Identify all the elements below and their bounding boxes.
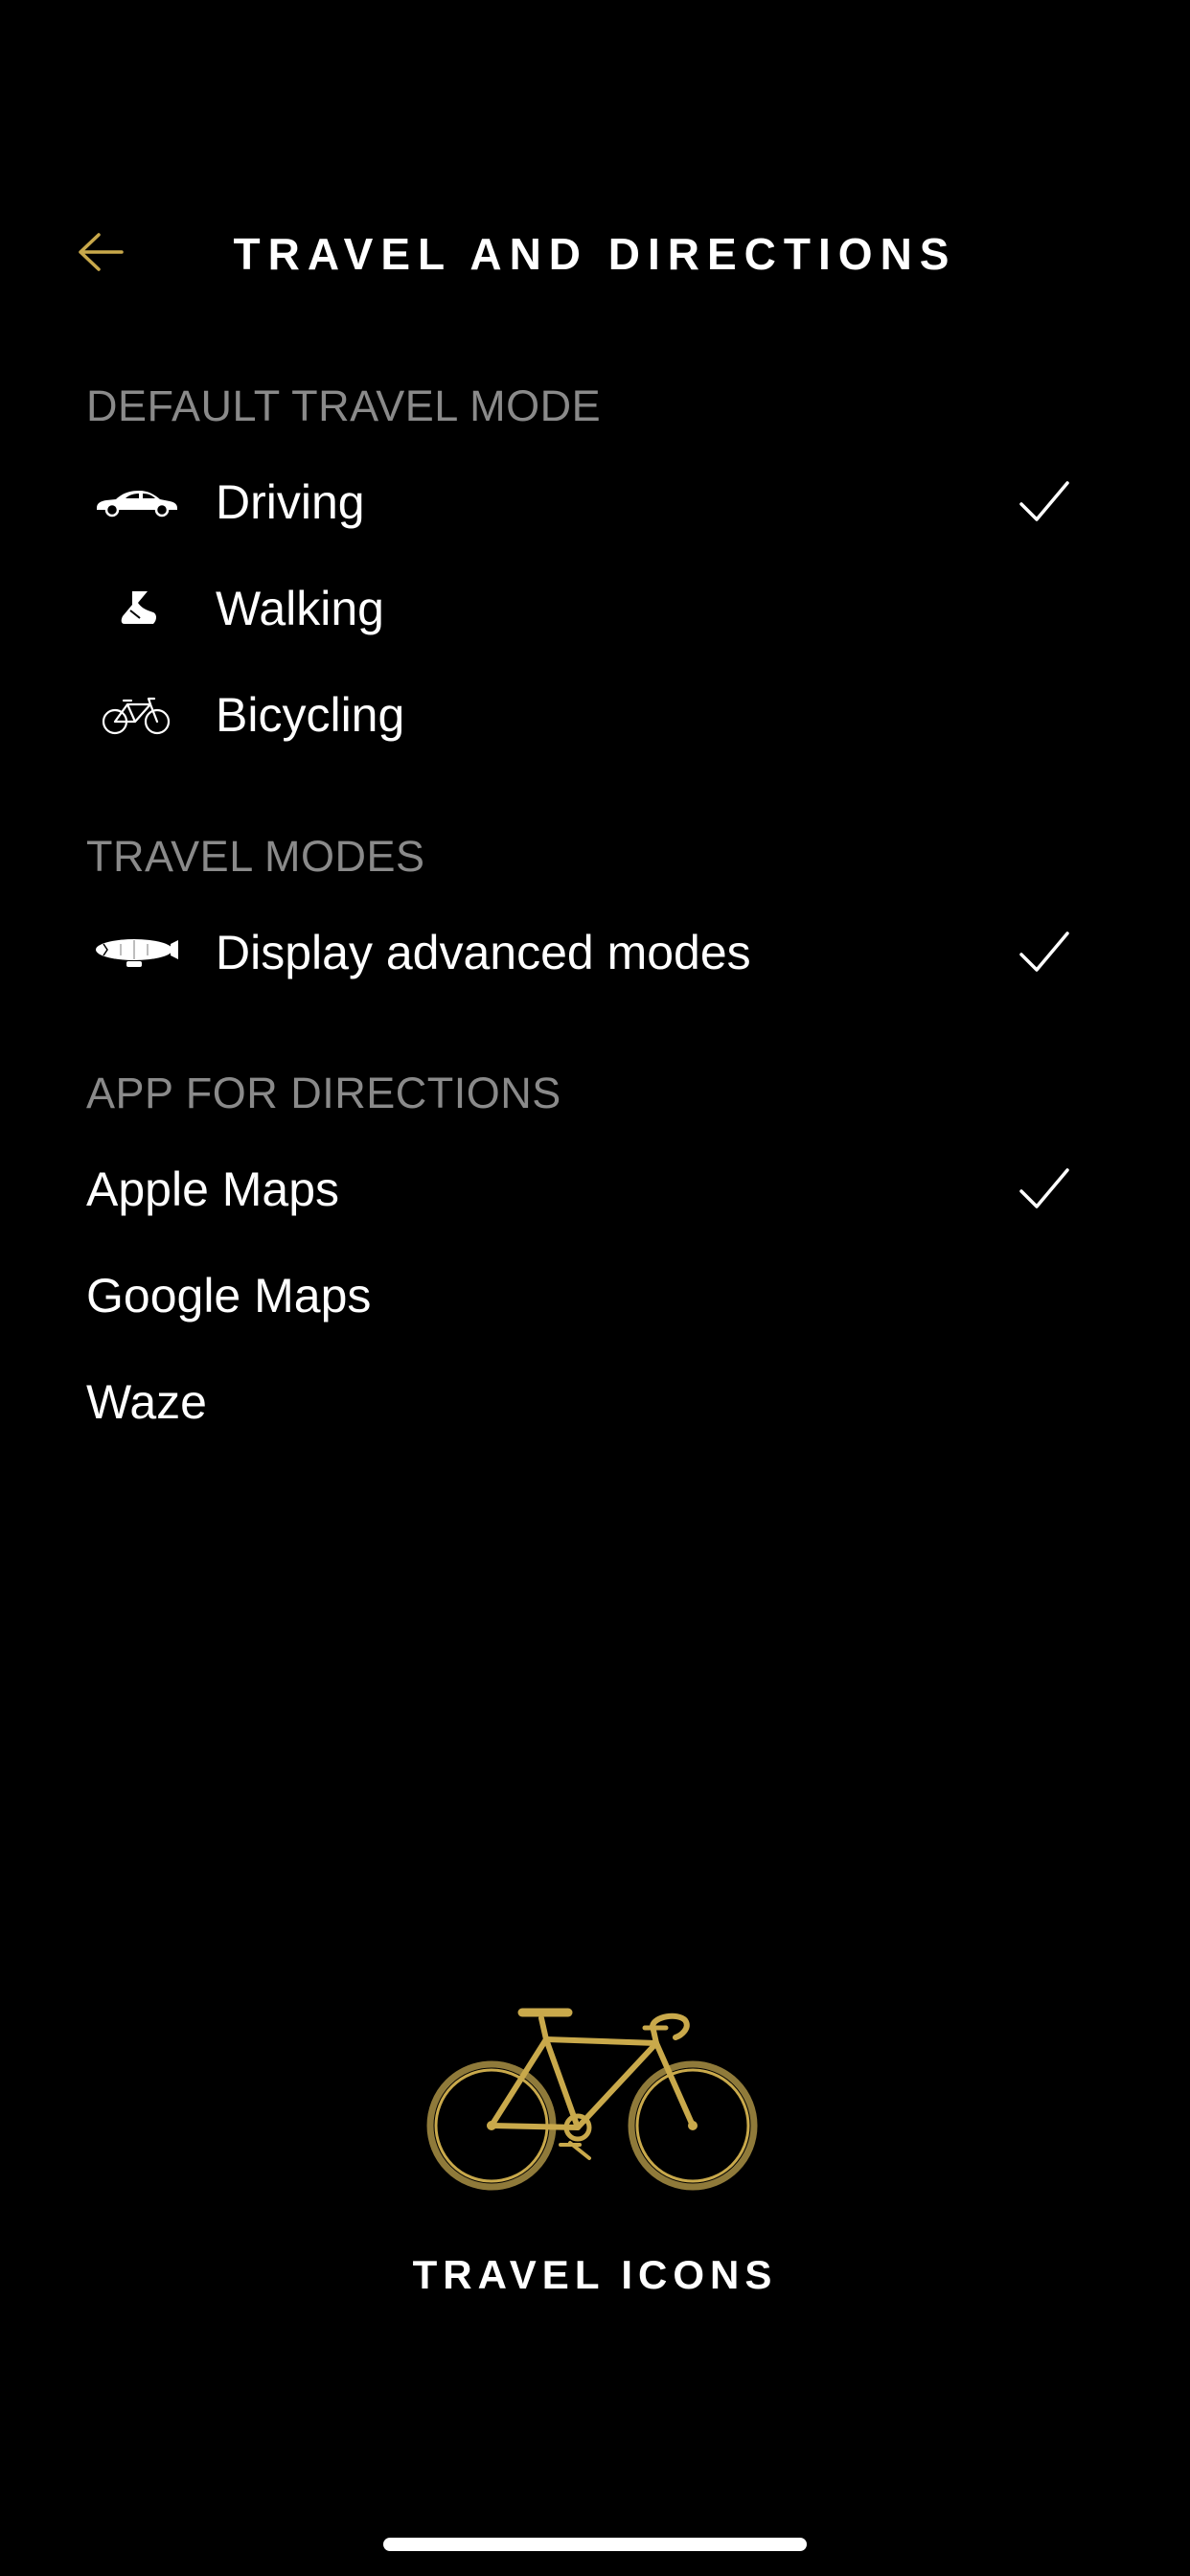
directions-app-waze[interactable]: Waze [0,1354,1190,1450]
car-icon [88,466,184,539]
bicycle-icon [88,678,184,751]
display-advanced-modes-toggle[interactable]: Display advanced modes [0,905,1190,1000]
directions-app-google-maps-label: Google Maps [86,1269,372,1322]
footer-title[interactable]: TRAVEL ICONS [0,2252,1190,2298]
directions-app-apple-maps-label: Apple Maps [86,1162,340,1216]
display-advanced-modes-label: Display advanced modes [216,926,751,979]
travel-mode-driving-label: Driving [216,475,365,529]
checkmark-icon [1019,1168,1069,1208]
section-header-travel-modes: TRAVEL MODES [86,832,425,881]
section-header-default-travel-mode: DEFAULT TRAVEL MODE [86,381,602,430]
checkmark-icon [1019,932,1069,972]
travel-mode-walking-label: Walking [216,582,384,635]
directions-app-apple-maps[interactable]: Apple Maps [0,1141,1190,1237]
arrow-left-icon [79,233,124,271]
travel-mode-driving[interactable]: Driving [0,454,1190,550]
header: TRAVEL AND DIRECTIONS [0,201,1190,307]
gold-bicycle-icon[interactable] [426,1993,764,2204]
shoe-icon [88,572,184,645]
back-button[interactable] [67,218,134,286]
directions-app-google-maps[interactable]: Google Maps [0,1248,1190,1344]
home-indicator[interactable] [383,2538,807,2551]
travel-mode-bicycling-label: Bicycling [216,688,405,742]
directions-app-waze-label: Waze [86,1375,207,1429]
checkmark-icon [1019,481,1069,521]
section-header-app-for-directions: APP FOR DIRECTIONS [86,1069,561,1117]
travel-mode-walking[interactable]: Walking [0,561,1190,656]
travel-mode-bicycling[interactable]: Bicycling [0,667,1190,763]
airship-icon [88,916,184,989]
page-title: TRAVEL AND DIRECTIONS [233,229,957,279]
